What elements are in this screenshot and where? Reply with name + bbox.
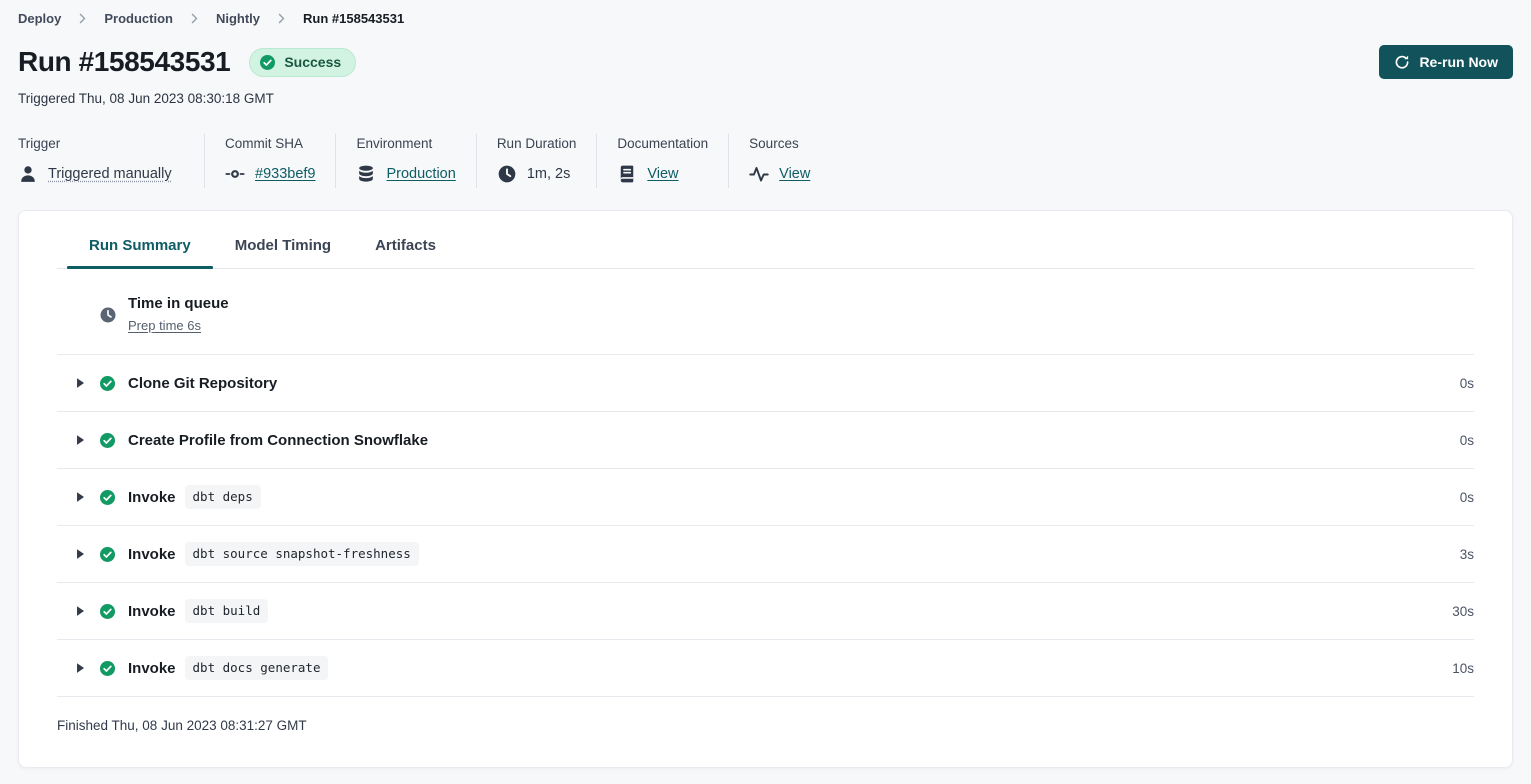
chevron-right-icon (188, 12, 201, 25)
meta-value: View (617, 164, 708, 184)
check-circle-icon (259, 54, 276, 71)
meta-run-duration: Run Duration 1m, 2s (477, 134, 598, 188)
status-badge-label: Success (284, 54, 341, 70)
meta-trigger: Trigger Triggered manually (18, 134, 205, 188)
step-duration: 0s (1460, 376, 1474, 391)
step-row[interactable]: Invokedbt source snapshot-freshness 3s (57, 526, 1474, 583)
meta-label: Trigger (18, 136, 184, 151)
title-row: Run #158543531 Success Re-run Now (18, 45, 1513, 79)
commit-icon (225, 164, 245, 184)
meta-text-trigger: Triggered manually (48, 166, 172, 182)
breadcrumb-item-run-158543531[interactable]: Run #158543531 (303, 11, 404, 26)
person-icon (18, 164, 38, 184)
tab-run-summary[interactable]: Run Summary (67, 226, 213, 268)
time-in-queue-title: Time in queue (128, 294, 229, 313)
meta-sources: Sources View (729, 134, 830, 188)
tab-artifacts[interactable]: Artifacts (353, 226, 458, 268)
check-circle-icon (99, 432, 116, 449)
expand-caret-icon[interactable] (73, 376, 87, 390)
meta-environment: Environment Production (336, 134, 476, 188)
chevron-right-icon (76, 12, 89, 25)
pulse-icon (749, 164, 769, 184)
step-duration: 30s (1452, 604, 1474, 619)
meta-link-commit-sha[interactable]: #933bef9 (255, 166, 315, 182)
check-circle-icon (99, 660, 116, 677)
meta-row: Trigger Triggered manually Commit SHA #933b… (18, 134, 1513, 188)
breadcrumb-item-production[interactable]: Production (104, 11, 173, 26)
meta-value: Production (356, 164, 455, 184)
meta-link-environment[interactable]: Production (386, 166, 455, 182)
chevron-right-icon (275, 12, 288, 25)
command-code-chip: dbt deps (185, 485, 261, 509)
page-header: Deploy Production Nightly Run #158543531 Ru… (0, 0, 1531, 188)
meta-label: Documentation (617, 136, 708, 151)
triggered-timestamp: Triggered Thu, 08 Jun 2023 08:30:18 GMT (18, 91, 1513, 106)
meta-label: Sources (749, 136, 810, 151)
rerun-now-label: Re-run Now (1419, 54, 1498, 70)
breadcrumb: Deploy Production Nightly Run #158543531 (18, 11, 1513, 26)
clock-icon (497, 164, 517, 184)
tab-model-timing[interactable]: Model Timing (213, 226, 353, 268)
step-title: Create Profile from Connection Snowflake (128, 432, 428, 449)
meta-label: Run Duration (497, 136, 577, 151)
meta-documentation: Documentation View (597, 134, 729, 188)
time-in-queue-section: Time in queue Prep time 6s (57, 269, 1474, 355)
clock-icon (99, 306, 117, 324)
breadcrumb-item-deploy[interactable]: Deploy (18, 11, 61, 26)
expand-caret-icon[interactable] (73, 661, 87, 675)
refresh-icon (1394, 54, 1410, 70)
step-title: Invokedbt docs generate (128, 656, 328, 680)
time-in-queue-text: Time in queue Prep time 6s (128, 294, 229, 335)
meta-label: Commit SHA (225, 136, 315, 151)
meta-value: 1m, 2s (497, 164, 577, 184)
step-duration: 3s (1460, 547, 1474, 562)
expand-caret-icon[interactable] (73, 490, 87, 504)
prep-time-link[interactable]: Prep time 6s (128, 318, 201, 333)
step-duration: 0s (1460, 490, 1474, 505)
command-code-chip: dbt build (185, 599, 269, 623)
step-title: Clone Git Repository (128, 375, 277, 392)
check-circle-icon (99, 489, 116, 506)
step-duration: 0s (1460, 433, 1474, 448)
expand-caret-icon[interactable] (73, 433, 87, 447)
expand-caret-icon[interactable] (73, 604, 87, 618)
meta-value: Triggered manually (18, 164, 184, 184)
step-title: Invokedbt build (128, 599, 268, 623)
status-badge: Success (249, 48, 356, 77)
meta-value: View (749, 164, 810, 184)
step-row[interactable]: Invokedbt docs generate 10s (57, 640, 1474, 697)
step-row[interactable]: Create Profile from Connection Snowflake… (57, 412, 1474, 469)
chevron-right-icon (275, 12, 288, 25)
command-code-chip: dbt docs generate (185, 656, 329, 680)
command-code-chip: dbt source snapshot-freshness (185, 542, 419, 566)
steps-list: Clone Git Repository0sCreate Profile fro… (57, 355, 1474, 697)
step-row[interactable]: Clone Git Repository 0s (57, 355, 1474, 412)
meta-commit-sha: Commit SHA #933bef9 (205, 134, 336, 188)
database-icon (356, 164, 376, 184)
run-details-card: Run SummaryModel TimingArtifacts Time in… (18, 210, 1513, 768)
breadcrumb-item-nightly[interactable]: Nightly (216, 11, 260, 26)
meta-text-run-duration: 1m, 2s (527, 166, 571, 182)
meta-value: #933bef9 (225, 164, 315, 184)
meta-label: Environment (356, 136, 455, 151)
book-icon (617, 164, 637, 184)
finished-timestamp: Finished Thu, 08 Jun 2023 08:31:27 GMT (57, 697, 1474, 733)
expand-caret-icon[interactable] (73, 547, 87, 561)
step-row[interactable]: Invokedbt deps 0s (57, 469, 1474, 526)
step-duration: 10s (1452, 661, 1474, 676)
step-row[interactable]: Invokedbt build 30s (57, 583, 1474, 640)
rerun-now-button[interactable]: Re-run Now (1379, 45, 1513, 79)
check-circle-icon (99, 375, 116, 392)
tab-bar: Run SummaryModel TimingArtifacts (57, 211, 1474, 269)
step-title: Invokedbt deps (128, 485, 261, 509)
meta-link-documentation[interactable]: View (647, 166, 678, 182)
check-circle-icon (99, 546, 116, 563)
step-title: Invokedbt source snapshot-freshness (128, 542, 419, 566)
check-circle-icon (99, 603, 116, 620)
chevron-right-icon (76, 12, 89, 25)
chevron-right-icon (188, 12, 201, 25)
page-title: Run #158543531 (18, 45, 230, 79)
meta-link-sources[interactable]: View (779, 166, 810, 182)
